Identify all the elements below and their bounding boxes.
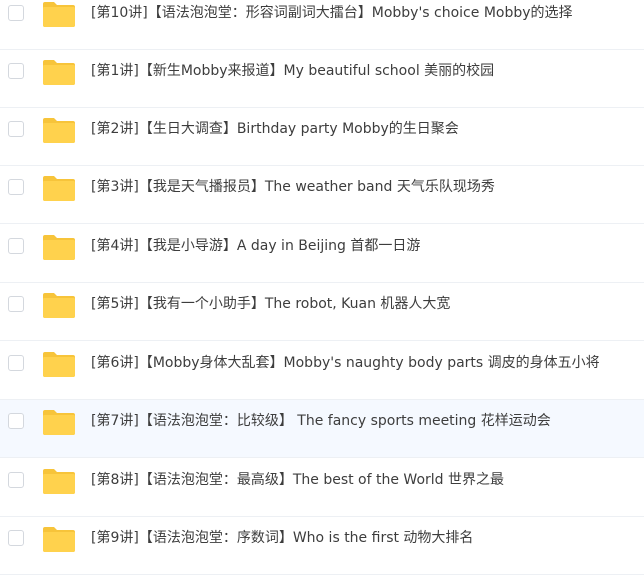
item-name[interactable]: [第9讲]【语法泡泡堂：序数词】Who is the first 动物大排名 bbox=[91, 527, 473, 549]
folder-icon bbox=[42, 467, 76, 495]
list-item-7[interactable]: [第7讲]【语法泡泡堂：比较级】 The fancy sports meetin… bbox=[0, 400, 644, 458]
item-name[interactable]: [第2讲]【生日大调查】Birthday party Mobby的生日聚会 bbox=[91, 118, 459, 140]
item-name[interactable]: [第6讲]【Mobby身体大乱套】Mobby's naughty body pa… bbox=[91, 352, 600, 374]
item-name[interactable]: [第7讲]【语法泡泡堂：比较级】 The fancy sports meetin… bbox=[91, 410, 551, 432]
item-name[interactable]: [第1讲]【新生Mobby来报道】My beautiful school 美丽的… bbox=[91, 60, 494, 82]
list-item-5[interactable]: [第5讲]【我有一个小助手】The robot, Kuan 机器人大宽 bbox=[0, 283, 644, 341]
list-item-0[interactable]: [第10讲]【语法泡泡堂：形容词副词大擂台】Mobby's choice Mob… bbox=[0, 0, 644, 50]
row-checkbox[interactable] bbox=[8, 5, 24, 21]
row-checkbox[interactable] bbox=[8, 472, 24, 488]
list-item-9[interactable]: [第9讲]【语法泡泡堂：序数词】Who is the first 动物大排名 bbox=[0, 517, 644, 575]
folder-icon bbox=[42, 525, 76, 553]
row-checkbox[interactable] bbox=[8, 238, 24, 254]
item-name[interactable]: [第5讲]【我有一个小助手】The robot, Kuan 机器人大宽 bbox=[91, 293, 450, 315]
item-name[interactable]: [第8讲]【语法泡泡堂：最高级】The best of the World 世界… bbox=[91, 469, 504, 491]
folder-icon bbox=[42, 350, 76, 378]
row-checkbox[interactable] bbox=[8, 121, 24, 137]
item-name[interactable]: [第4讲]【我是小导游】A day in Beijing 首都一日游 bbox=[91, 235, 420, 257]
folder-icon bbox=[42, 408, 76, 436]
item-name[interactable]: [第3讲]【我是天气播报员】The weather band 天气乐队现场秀 bbox=[91, 176, 495, 198]
row-checkbox[interactable] bbox=[8, 63, 24, 79]
row-checkbox[interactable] bbox=[8, 413, 24, 429]
row-checkbox[interactable] bbox=[8, 296, 24, 312]
row-checkbox[interactable] bbox=[8, 530, 24, 546]
list-item-8[interactable]: [第8讲]【语法泡泡堂：最高级】The best of the World 世界… bbox=[0, 459, 644, 517]
item-name[interactable]: [第10讲]【语法泡泡堂：形容词副词大擂台】Mobby's choice Mob… bbox=[91, 2, 573, 24]
list-item-4[interactable]: [第4讲]【我是小导游】A day in Beijing 首都一日游 bbox=[0, 225, 644, 283]
list-item-3[interactable]: [第3讲]【我是天气播报员】The weather band 天气乐队现场秀 bbox=[0, 166, 644, 224]
list-item-1[interactable]: [第1讲]【新生Mobby来报道】My beautiful school 美丽的… bbox=[0, 50, 644, 108]
folder-icon bbox=[42, 116, 76, 144]
folder-icon bbox=[42, 233, 76, 261]
list-item-6[interactable]: [第6讲]【Mobby身体大乱套】Mobby's naughty body pa… bbox=[0, 342, 644, 400]
folder-icon bbox=[42, 174, 76, 202]
list-item-2[interactable]: [第2讲]【生日大调查】Birthday party Mobby的生日聚会 bbox=[0, 108, 644, 166]
folder-icon bbox=[42, 0, 76, 28]
row-checkbox[interactable] bbox=[8, 355, 24, 371]
file-list: [第10讲]【语法泡泡堂：形容词副词大擂台】Mobby's choice Mob… bbox=[0, 0, 644, 585]
row-checkbox[interactable] bbox=[8, 179, 24, 195]
folder-icon bbox=[42, 58, 76, 86]
folder-icon bbox=[42, 291, 76, 319]
